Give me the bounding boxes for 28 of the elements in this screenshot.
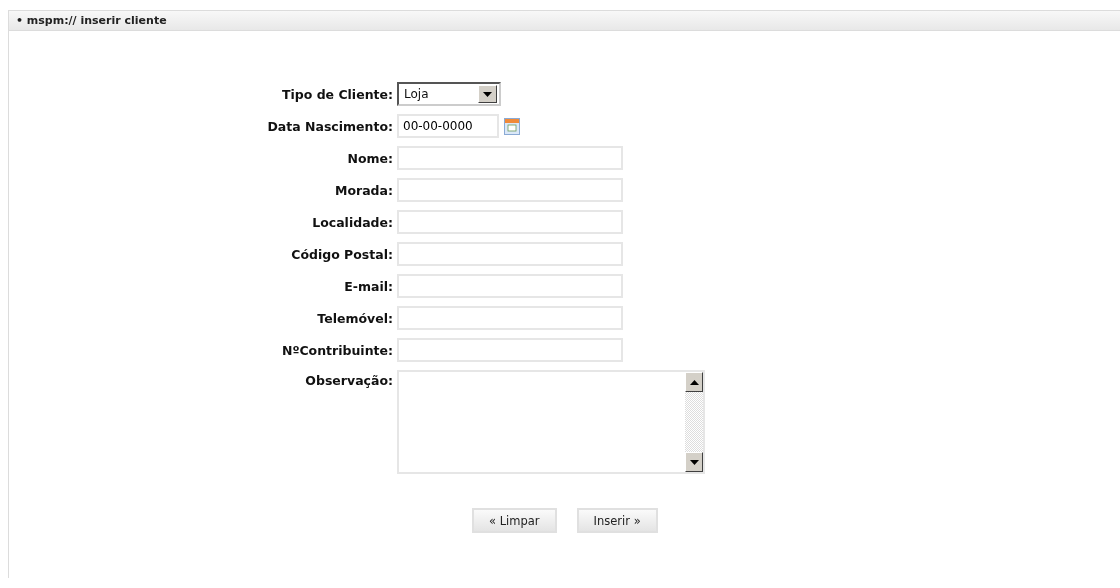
- field-label: NºContribuinte:: [280, 342, 393, 358]
- field-label: Código Postal:: [290, 246, 393, 262]
- panel-title: • mspm:// inserir cliente: [15, 14, 167, 27]
- text-field[interactable]: [397, 146, 623, 170]
- text-field[interactable]: [397, 338, 623, 362]
- field-label: E-mail:: [343, 278, 393, 294]
- scroll-down-icon: [689, 459, 699, 465]
- text-field[interactable]: [397, 242, 623, 266]
- text-field[interactable]: [397, 274, 623, 298]
- text-field[interactable]: [397, 306, 623, 330]
- dropdown-arrow-icon: [483, 91, 492, 97]
- scrollbar[interactable]: [685, 372, 703, 472]
- date-field[interactable]: 00-00-0000: [397, 114, 499, 138]
- clear-button[interactable]: « Limpar: [472, 508, 557, 533]
- field-label: Tipo de Cliente:: [280, 86, 393, 102]
- field-label: Data Nascimento:: [266, 118, 393, 134]
- field-label: Localidade:: [311, 214, 393, 230]
- calendar-icon[interactable]: [504, 117, 520, 135]
- field-label: Nome:: [346, 150, 393, 166]
- client-type-select[interactable]: Loja: [397, 82, 501, 106]
- insert-button[interactable]: Inserir »: [576, 508, 658, 533]
- field-label: Observação:: [304, 372, 393, 388]
- select-value: Loja: [404, 87, 429, 101]
- text-field[interactable]: [397, 178, 623, 202]
- scroll-up-icon: [689, 379, 699, 385]
- field-label: Morada:: [334, 182, 393, 198]
- text-field[interactable]: [397, 210, 623, 234]
- field-label: Telemóvel:: [316, 310, 393, 326]
